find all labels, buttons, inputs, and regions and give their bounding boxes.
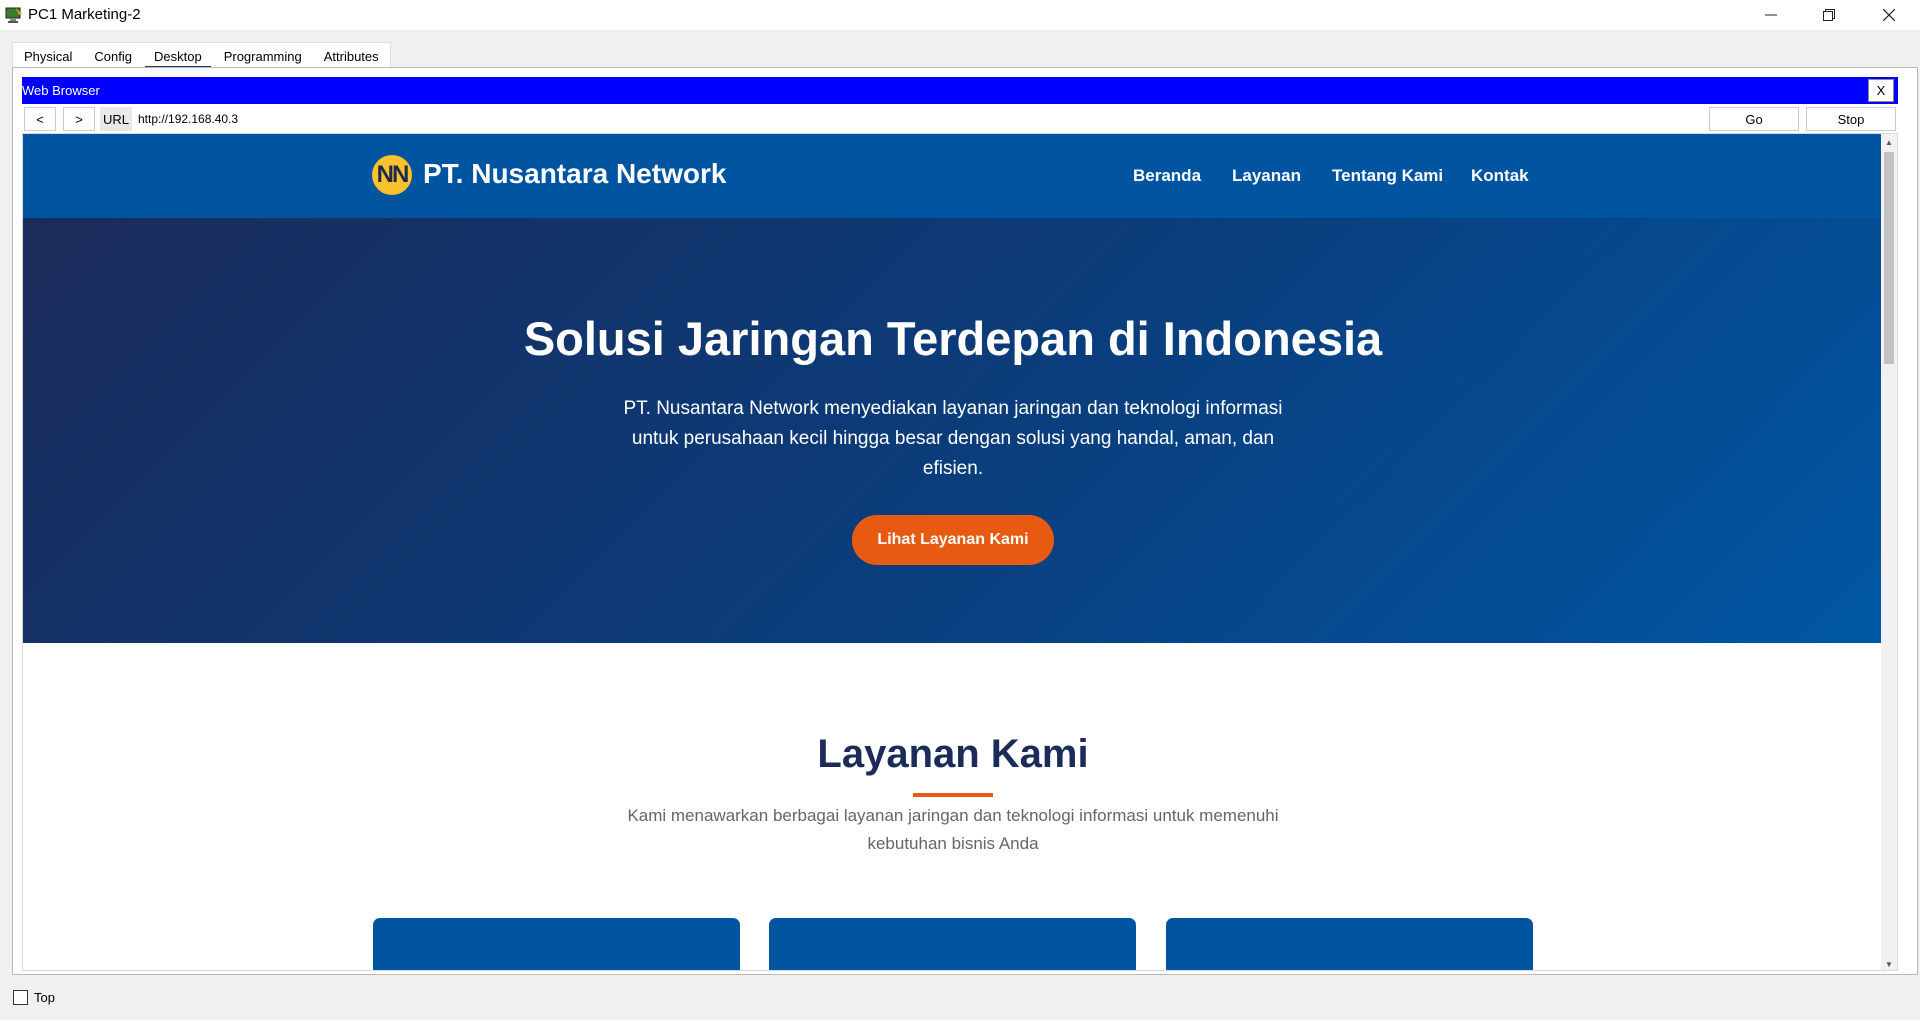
services-title-underline [913,793,993,797]
hero-title: Solusi Jaringan Terdepan di Indonesia [523,312,1383,365]
site-brand[interactable]: PT. Nusantara Network [423,158,726,190]
web-page: NN PT. Nusantara Network Beranda Layanan… [23,134,1883,970]
app-icon [5,7,22,23]
restore-icon [1823,9,1835,21]
nav-link-beranda[interactable]: Beranda [1133,166,1201,186]
web-browser-close-button[interactable]: X [1868,79,1894,102]
restore-button[interactable] [1800,0,1858,30]
tab-desktop[interactable]: Desktop [143,43,213,69]
close-icon [1883,9,1895,21]
url-label: URL [100,107,132,131]
vertical-scrollbar[interactable]: ▲ ▼ [1881,134,1897,970]
service-card[interactable] [1166,918,1533,970]
url-bar: < > URL Go Stop [22,106,1898,132]
nav-link-tentang-kami[interactable]: Tentang Kami [1332,166,1443,186]
web-browser-title: Web Browser [22,83,100,98]
tab-programming[interactable]: Programming [213,43,313,69]
scroll-thumb[interactable] [1884,152,1894,364]
nav-link-kontak[interactable]: Kontak [1471,166,1529,186]
tab-config[interactable]: Config [83,43,143,69]
window-titlebar: PC1 Marketing-2 [0,0,1920,30]
close-button[interactable] [1860,0,1918,30]
minimize-button[interactable] [1742,0,1800,30]
top-checkbox[interactable] [13,990,28,1005]
bottom-bar: Top [0,976,1920,1020]
window-title: PC1 Marketing-2 [28,6,141,23]
site-logo[interactable]: NN [372,155,412,195]
tab-strip: Physical Config Desktop Programming Attr… [12,42,391,69]
hero-section: Solusi Jaringan Terdepan di Indonesia PT… [23,218,1883,643]
hero-text: PT. Nusantara Network menyediakan layana… [623,398,1283,479]
site-navbar: NN PT. Nusantara Network Beranda Layanan… [23,134,1883,218]
go-button[interactable]: Go [1709,107,1799,131]
service-card[interactable] [373,918,740,970]
forward-button[interactable]: > [63,107,95,131]
top-checkbox-label: Top [34,990,55,1005]
back-button[interactable]: < [24,107,56,131]
nav-link-layanan[interactable]: Layanan [1232,166,1301,186]
scroll-up-icon[interactable]: ▲ [1881,134,1897,150]
services-subtitle: Kami menawarkan berbagai layanan jaringa… [627,806,1279,853]
web-browser-titlebar: Web Browser X [22,77,1898,104]
tab-attributes[interactable]: Attributes [313,43,390,69]
stop-button[interactable]: Stop [1806,107,1896,131]
service-card[interactable] [769,918,1136,970]
url-input[interactable] [134,107,1720,131]
hero-cta-button[interactable]: Lihat Layanan Kami [852,515,1054,565]
browser-viewport: NN PT. Nusantara Network Beranda Layanan… [22,133,1898,971]
minimize-icon [1765,14,1777,16]
tab-physical[interactable]: Physical [13,43,83,69]
tab-bar-area: Physical Config Desktop Programming Attr… [0,30,1920,69]
scroll-down-icon[interactable]: ▼ [1881,956,1897,970]
services-title: Layanan Kami [817,732,1089,776]
